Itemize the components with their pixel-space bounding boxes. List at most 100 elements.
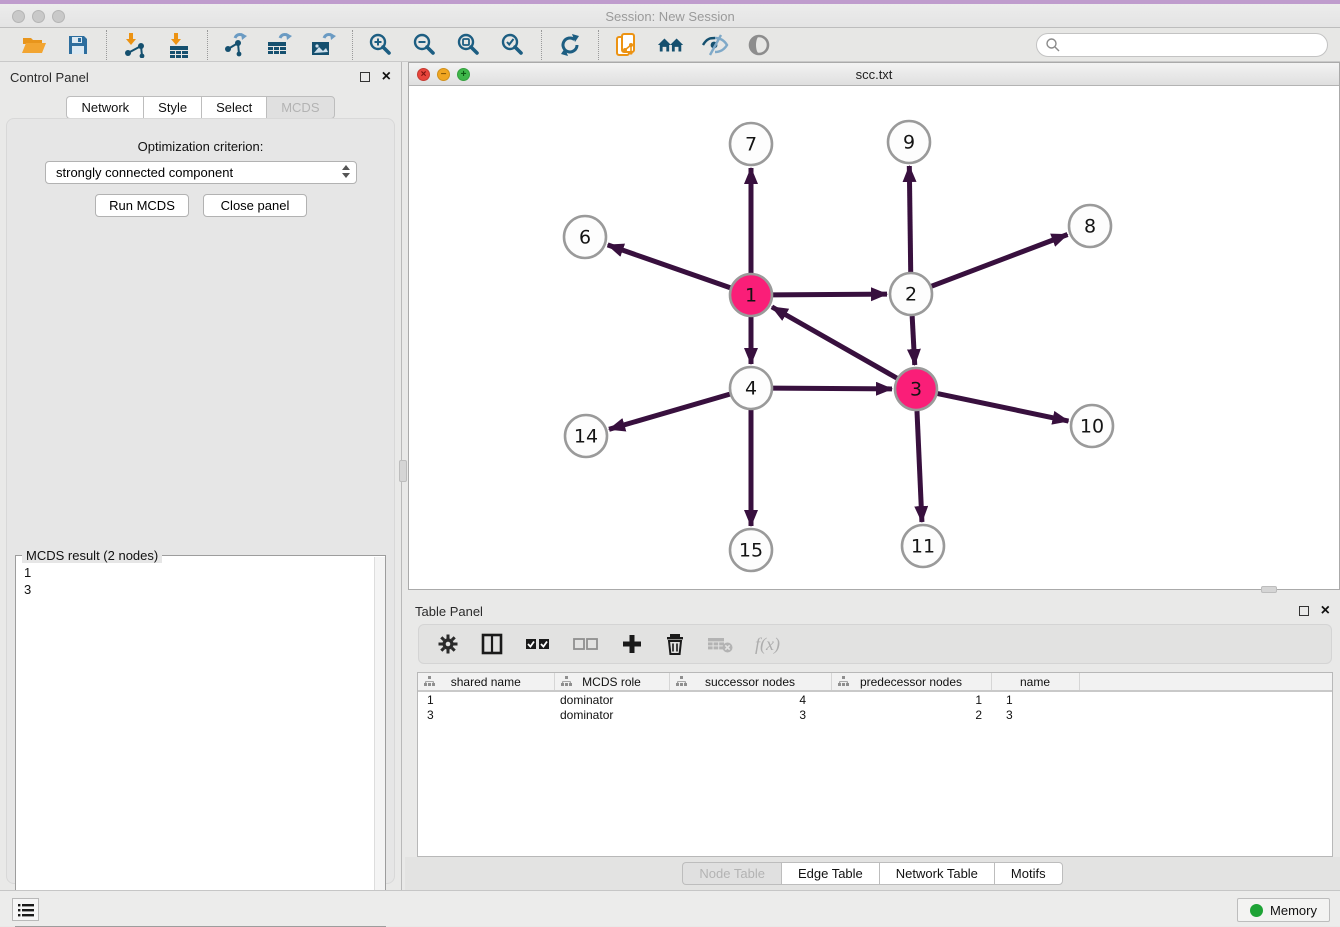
graph-edge-2-3[interactable] [912,316,915,365]
criterion-value: strongly connected component [56,165,233,180]
add-column-icon[interactable] [621,633,643,655]
graph-node-label: 7 [745,134,757,156]
table-cell[interactable]: 3 [418,707,554,723]
column-header-label: successor nodes [705,675,795,689]
table-cell[interactable]: 3 [991,707,1079,723]
node-table: shared nameMCDS role successor nodes prede… [417,672,1333,857]
graph-edge-3-1[interactable] [772,307,897,378]
zoom-selected-icon[interactable] [499,32,527,58]
export-network-icon[interactable] [222,32,250,58]
run-mcds-button[interactable]: Run MCDS [95,194,189,217]
table-cell[interactable]: dominator [554,691,669,707]
show-columns-icon[interactable] [481,633,503,655]
float-panel-icon[interactable] [1299,606,1309,616]
refresh-layout-icon[interactable] [556,32,584,58]
graph-node-label: 11 [911,536,935,558]
node-table-header-row: shared nameMCDS role successor nodes prede… [418,673,1332,691]
hierarchy-icon [676,676,687,690]
network-window-titlebar[interactable]: × − + scc.txt [409,62,1339,86]
delete-table-icon[interactable] [707,634,733,654]
export-table-icon[interactable] [266,32,294,58]
graph-node-label: 15 [739,540,763,562]
graph-edge-2-8[interactable] [932,235,1068,287]
graph-node-label: 9 [903,132,915,154]
column-header-mcds-role[interactable]: MCDS role [554,673,669,691]
optimization-criterion-select[interactable]: strongly connected component [45,161,357,184]
task-history-button[interactable] [12,898,39,921]
close-panel-icon[interactable]: × [1321,606,1330,616]
tab-edge-table[interactable]: Edge Table [781,862,879,885]
memory-button[interactable]: Memory [1237,898,1330,922]
table-cell-filler [1079,691,1332,707]
result-scrollbar[interactable] [374,557,385,925]
column-settings-gear-icon[interactable] [437,633,459,655]
network-view-window: × − + scc.txt 7968124314101511 [408,62,1340,590]
graph-edge-2-9[interactable] [909,166,910,272]
search-box [1036,33,1328,57]
import-table-icon[interactable] [165,32,193,58]
table-cell[interactable]: 4 [669,691,831,707]
select-all-rows-icon[interactable] [525,635,551,653]
export-image-icon[interactable] [310,32,338,58]
table-cell[interactable]: 3 [669,707,831,723]
graph-node-label: 3 [910,379,922,401]
table-cell[interactable]: dominator [554,707,669,723]
duplicate-network-icon[interactable] [613,32,641,58]
search-input[interactable] [1061,35,1327,55]
tab-network-table[interactable]: Network Table [879,862,994,885]
table-cell-filler [1079,707,1332,723]
network-canvas-svg[interactable]: 7968124314101511 [409,86,1339,588]
zoom-fit-icon[interactable] [455,32,483,58]
column-header-predecessor-nodes[interactable]: predecessor nodes [831,673,991,691]
tab-select[interactable]: Select [201,96,266,119]
zoom-out-icon[interactable] [411,32,439,58]
table-tabs-bar: Node Table Edge Table Network Table Moti… [405,857,1340,890]
home-icon[interactable] [657,32,685,58]
delete-column-icon[interactable] [665,633,685,655]
tab-network[interactable]: Network [66,96,143,119]
graph-node-label: 10 [1080,416,1104,438]
app-titlebar: Session: New Session [0,0,1340,28]
graph-edge-1-2[interactable] [773,294,887,295]
graph-edges [608,166,1069,526]
tab-mcds[interactable]: MCDS [266,96,334,119]
graph-edge-4-3[interactable] [773,388,892,389]
graph-edge-3-11[interactable] [917,411,922,522]
table-cell[interactable]: 2 [831,707,991,723]
graph-node-label: 8 [1084,216,1096,238]
zoom-in-icon[interactable] [367,32,395,58]
graph-edge-4-14[interactable] [609,394,730,429]
column-header-name[interactable]: name [991,673,1079,691]
tab-style[interactable]: Style [143,96,201,119]
save-session-icon[interactable] [64,32,92,58]
show-panel-icon[interactable] [745,32,773,58]
workspace: Control Panel × Network Style Select MCD… [0,62,1340,890]
column-header-label: predecessor nodes [860,675,962,689]
tab-motifs[interactable]: Motifs [994,862,1063,885]
column-header-shared-name[interactable]: shared name [418,673,554,691]
graph-edge-3-10[interactable] [938,394,1069,422]
tab-node-table[interactable]: Node Table [682,862,781,885]
splitter-handle-icon[interactable] [1261,586,1277,593]
search-icon [1045,37,1061,53]
float-panel-icon[interactable] [360,72,370,82]
close-panel-icon[interactable]: × [382,72,391,82]
table-row[interactable]: 3dominator323 [418,707,1332,723]
table-row[interactable]: 1dominator411 [418,691,1332,707]
table-cell[interactable]: 1 [991,691,1079,707]
open-session-icon[interactable] [20,32,48,58]
deselect-all-rows-icon[interactable] [573,635,599,653]
hierarchy-icon [838,676,849,690]
import-network-icon[interactable] [121,32,149,58]
hide-panels-icon[interactable] [701,32,729,58]
hierarchy-icon [561,676,572,690]
function-builder-icon[interactable]: f(x) [755,634,780,655]
graph-edge-1-6[interactable] [608,245,731,288]
table-cell[interactable]: 1 [831,691,991,707]
memory-status-icon [1250,904,1263,917]
column-header-label: name [1020,675,1050,689]
close-panel-button[interactable]: Close panel [203,194,307,217]
column-header-successor-nodes[interactable]: successor nodes [669,673,831,691]
mcds-panel: Optimization criterion: strongly connect… [6,118,395,884]
table-cell[interactable]: 1 [418,691,554,707]
